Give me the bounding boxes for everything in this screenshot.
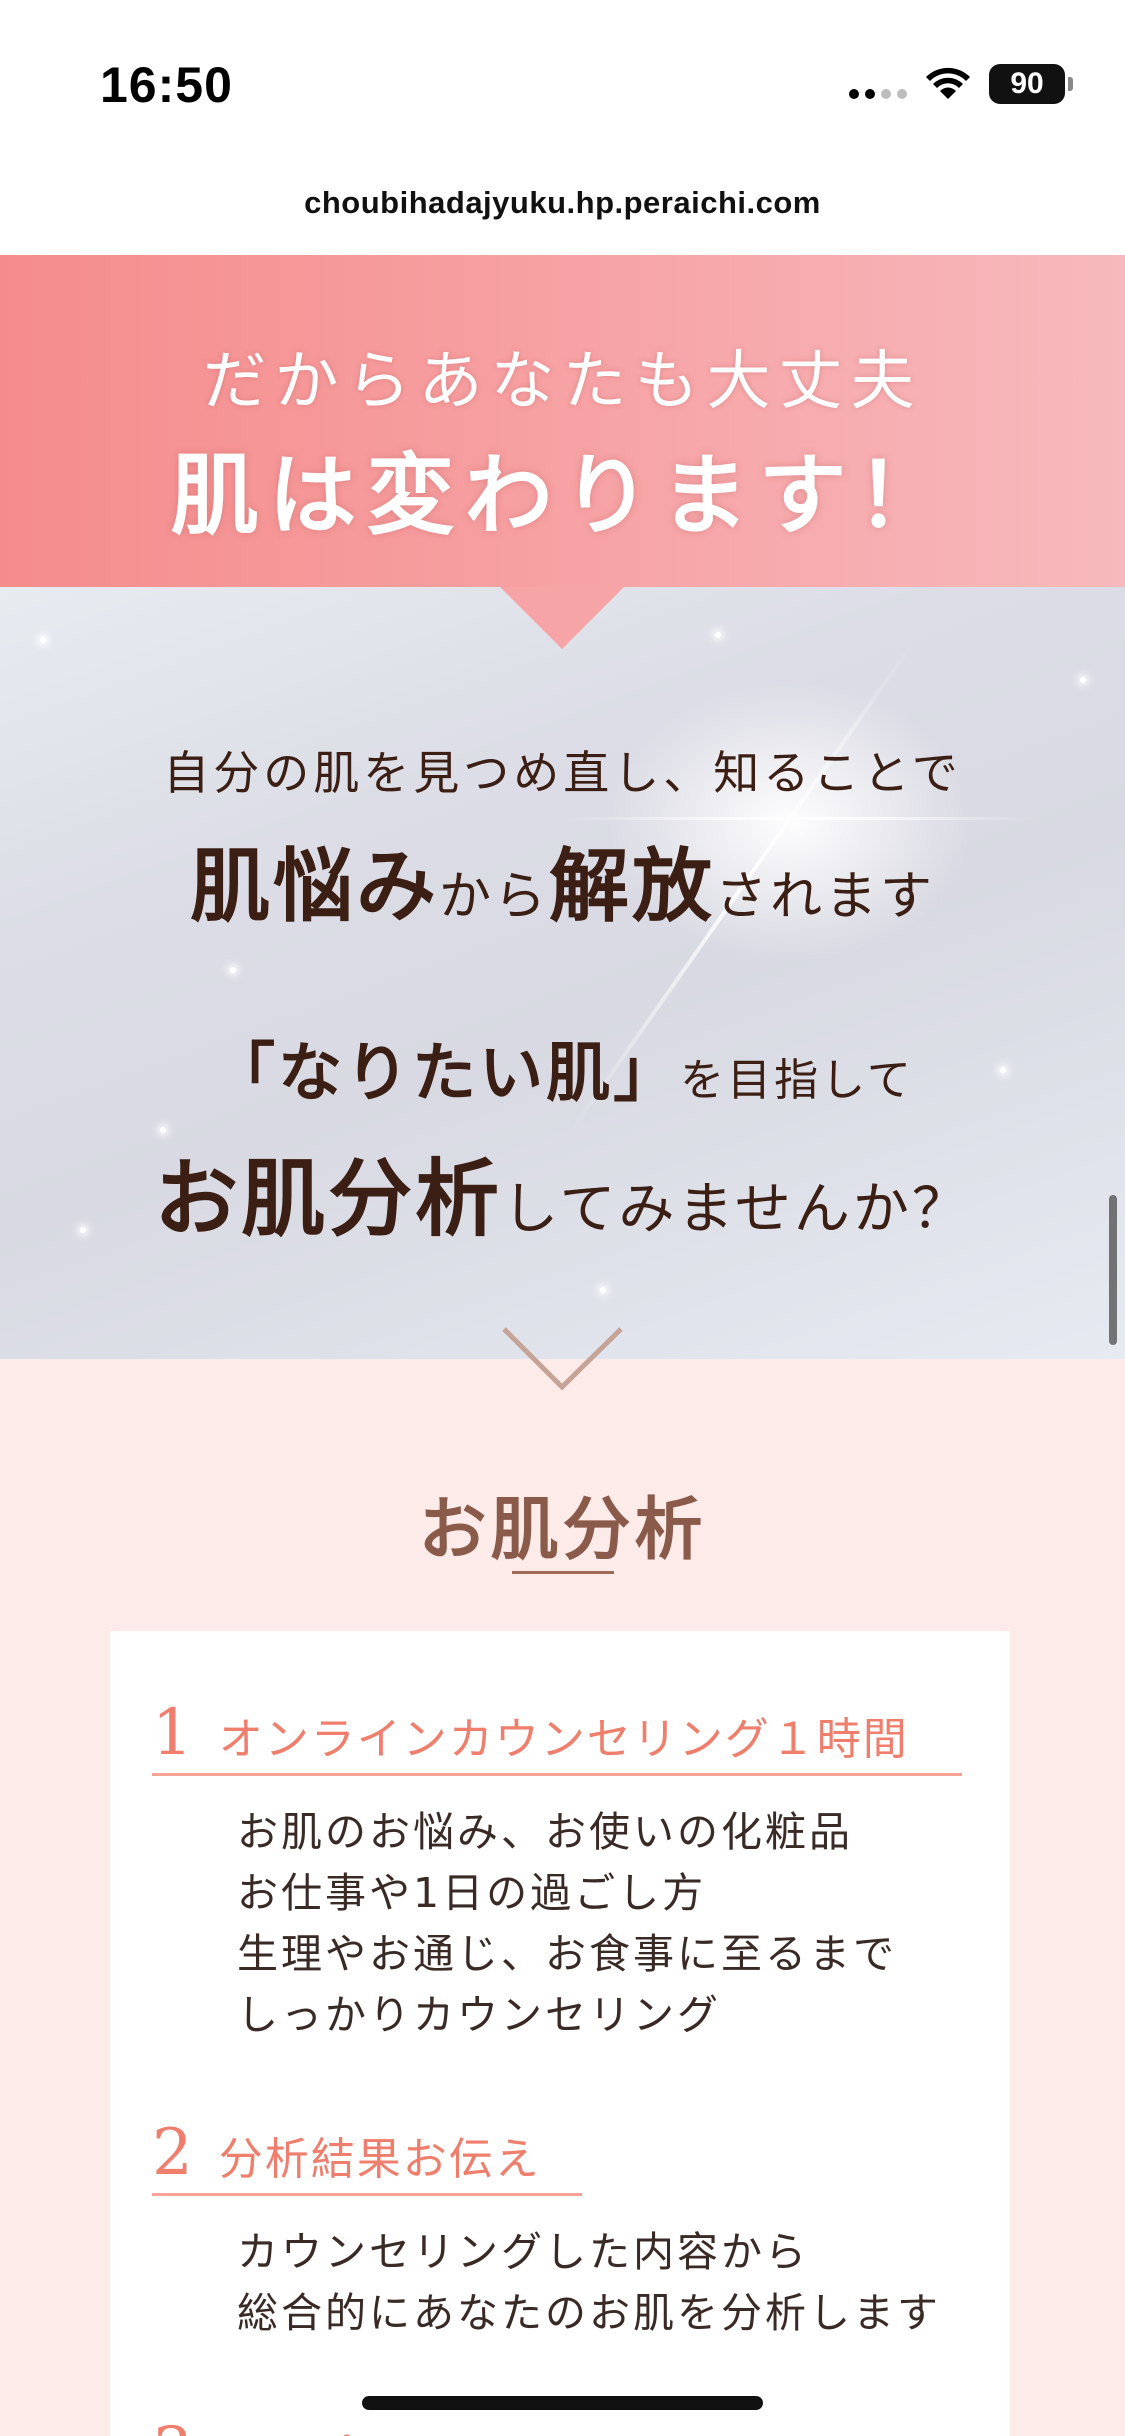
message-line-1: 自分の肌を見つめ直し、知ることで [163,746,962,800]
message-emphasis: 「なりたい肌」 [211,1036,681,1111]
section-title: お肌分析 [418,1490,707,1570]
step-header: 3 ワンポイントアドバイス [152,2419,752,2436]
message-section: 自分の肌を見つめ直し、知ることで 肌悩みから解放されます 「なりたい肌」を目指し… [0,587,1125,1359]
step-body-line: しっかりカウンセリング [237,1991,721,2039]
step-body-line: カウンセリングした内容から [237,2228,809,2276]
step-3: 3 ワンポイントアドバイス [152,2419,752,2436]
message-emphasis: 肌悩み [189,839,439,933]
step-body-line: 総合的にあなたのお肌を分析します [237,2289,941,2337]
step-body-line: お肌のお悩み、お使いの化粧品 [237,1808,853,1856]
title-underline [512,1571,614,1574]
sparkle-icon [1080,677,1086,683]
status-time: 16:50 [100,57,233,113]
step-header: 1 オンラインカウンセリング１時間 [152,1701,962,1776]
battery-icon: 90 [989,64,1073,104]
message-text: されます [715,867,936,927]
step-body: カウンセリングした内容から 総合的にあなたのお肌を分析します [237,2222,1037,2344]
cellular-signal-icon [849,69,907,99]
message-emphasis: お肌分析 [154,1149,503,1248]
light-flare-horizontal [560,817,1040,820]
step-title: オンラインカウンセリング１時間 [218,1714,909,1765]
sparkle-icon [600,1287,606,1293]
analysis-card: 1 オンラインカウンセリング１時間 お肌のお悩み、お使いの化粧品 お仕事や1日の… [110,1631,1010,2436]
wifi-icon [926,67,970,99]
step-1: 1 オンラインカウンセリング１時間 お肌のお悩み、お使いの化粧品 お仕事や1日の… [152,1701,962,2046]
sparkle-icon [40,637,46,643]
scrollbar[interactable] [1109,1195,1117,1345]
sparkle-icon [230,967,236,973]
status-icons: 90 [849,64,1073,104]
step-title: ワンポイントアドバイス [219,2421,724,2436]
step-header: 2 分析結果お伝え [152,2121,582,2196]
message-text: してみませんか？ [502,1177,971,1242]
banner-pointer [500,587,624,649]
message-line-2: 肌悩みから解放されます [0,822,1125,938]
banner-subtitle: だからあなたも大丈夫 [202,345,923,419]
banner-title: 肌は変わります！ [170,443,955,547]
hero-banner: だからあなたも大丈夫 肌は変わります！ [0,255,1125,587]
step-title: 分析結果お伝え [218,2134,541,2185]
step-number: 3 [152,2419,193,2436]
message-line-3: 「なりたい肌」を目指して [0,1022,1125,1114]
step-2: 2 分析結果お伝え カウンセリングした内容から 総合的にあなたのお肌を分析します [152,2121,938,2344]
step-body: お肌のお悩み、お使いの化粧品 お仕事や1日の過ごし方 生理やお通じ、お食事に至る… [237,1802,962,2046]
battery-level: 90 [1010,67,1044,100]
step-number: 1 [152,1696,193,1770]
step-body-line: 生理やお通じ、お食事に至るまで [237,1930,897,1978]
sparkle-icon [715,632,721,638]
analysis-section: お肌分析 1 オンラインカウンセリング１時間 お肌のお悩み、お使いの化粧品 お仕… [0,1359,1125,2436]
message-text: を目指して [680,1055,914,1106]
message-text: から [438,867,549,927]
message-line-4: お肌分析してみませんか？ [0,1132,1125,1253]
step-body-line: お仕事や1日の過ごし方 [237,1869,707,1917]
status-bar: 16:50 90 [0,0,1125,150]
chevron-down-icon [502,1327,623,1391]
address-bar[interactable]: choubihadajyuku.hp.peraichi.com [0,150,1125,255]
url-text: choubihadajyuku.hp.peraichi.com [304,184,821,220]
step-number: 2 [152,2116,193,2190]
home-indicator[interactable] [362,2396,763,2410]
message-emphasis: 解放 [549,839,715,933]
